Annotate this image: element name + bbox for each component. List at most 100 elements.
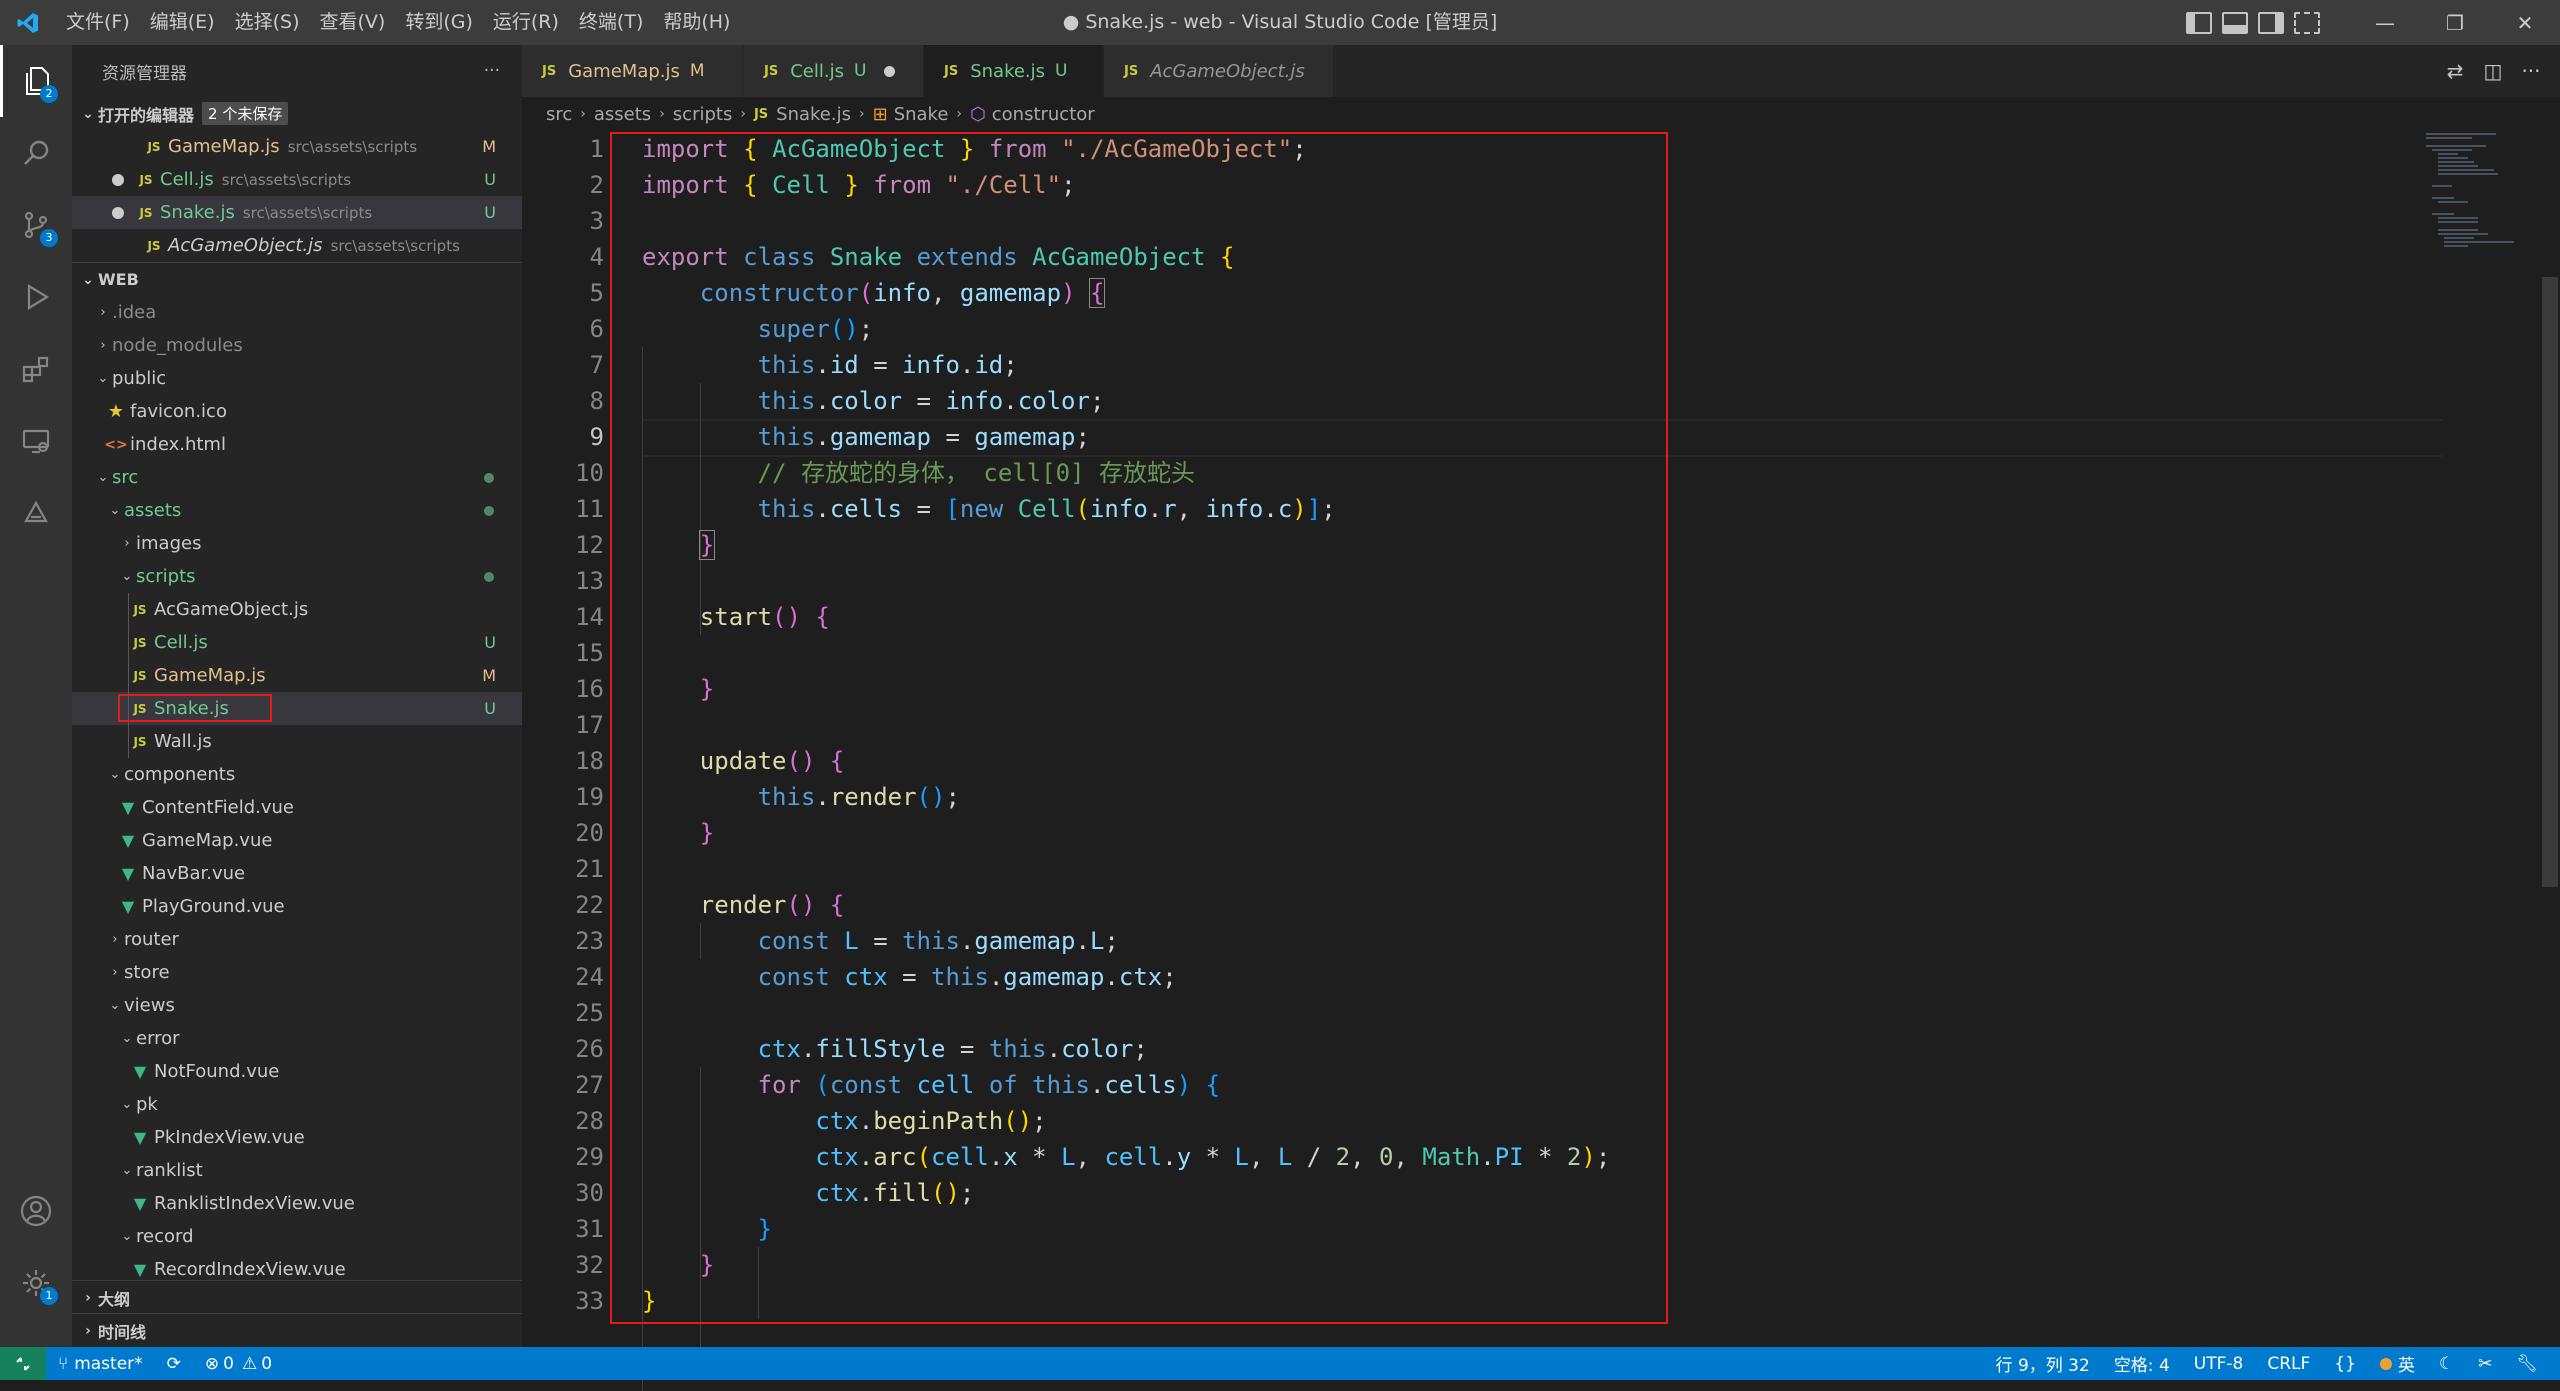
unsaved-dot-icon[interactable] [112,206,124,219]
tree-folder[interactable]: ⌄ src [72,461,522,494]
tree-file[interactable]: ▼ NotFound.vue [72,1055,522,1088]
vertical-scrollbar[interactable] [2540,131,2560,1347]
minimap[interactable] [2422,131,2532,431]
breadcrumb-item[interactable]: Snake [894,104,949,125]
unsaved-dot-icon[interactable] [884,65,896,77]
breadcrumb-item[interactable]: constructor [992,104,1095,125]
open-editor-item[interactable]: JS Cell.js src\assets\scripts U [72,163,522,196]
scrollbar-thumb[interactable] [2542,277,2558,887]
folder-name: views [124,995,175,1016]
menu-run[interactable]: 运行(R) [483,0,569,45]
more-actions-icon[interactable]: ··· [2512,59,2550,83]
tab-cell[interactable]: JS Cell.js U [744,45,924,97]
tree-file[interactable]: ▼ NavBar.vue [72,857,522,890]
tab-snake[interactable]: JS Snake.js U [924,45,1104,97]
tree-file[interactable]: JS AcGameObject.js [72,593,522,626]
problems-indicator[interactable]: ⊗ 0 ⚠ 0 [193,1354,284,1374]
open-editors-header[interactable]: ⌄ 打开的编辑器 2 个未保存 [72,97,522,130]
code-editor[interactable]: 1 import { AcGameObject } from "./AcGameO… [522,131,2442,1391]
tree-folder[interactable]: ⌄ views [72,989,522,1022]
toggle-sidebar-icon[interactable] [2186,11,2212,34]
tree-file[interactable]: ▼ PlayGround.vue [72,890,522,923]
tree-file[interactable]: <> index.html [72,428,522,461]
tree-folder[interactable]: ⌄ record [72,1220,522,1253]
account-icon[interactable] [0,1175,72,1247]
tree-folder[interactable]: › node_modules [72,329,522,362]
breadcrumb-item[interactable]: Snake.js [776,104,851,125]
open-editor-item[interactable]: JS AcGameObject.js src\assets\scripts [72,229,522,262]
code-line: import { Cell } from "./Cell"; [642,171,1076,199]
breadcrumb-item[interactable]: scripts [673,104,733,125]
breadcrumb-item[interactable]: assets [594,104,651,125]
tree-folder[interactable]: ⌄ assets [72,494,522,527]
open-editor-item[interactable]: JS Snake.js src\assets\scripts U [72,196,522,229]
indentation[interactable]: 空格: 4 [2102,1351,2182,1376]
menu-selection[interactable]: 选择(S) [225,0,310,45]
tree-folder[interactable]: ⌄ scripts [72,560,522,593]
tree-file[interactable]: JS Wall.js [72,725,522,758]
tools-icon[interactable]: ✂ [2466,1354,2504,1374]
menu-help[interactable]: 帮助(H) [653,0,740,45]
tree-file-selected[interactable]: JS Snake.js U [72,692,522,725]
menu-file[interactable]: 文件(F) [56,0,140,45]
tree-folder[interactable]: › router [72,923,522,956]
timeline-header[interactable]: › 时间线 [72,1313,522,1347]
tree-folder[interactable]: ⌄ error [72,1022,522,1055]
timeline-ext-icon[interactable] [0,477,72,549]
line-number: 6 [589,315,604,343]
tree-folder[interactable]: ⌄ components [72,758,522,791]
tab-gamemap[interactable]: JS GameMap.js M [522,45,744,97]
source-control-icon[interactable]: 3 [0,189,72,261]
tree-file[interactable]: ★ favicon.ico [72,395,522,428]
language-mode[interactable]: {} [2322,1354,2368,1374]
tree-file[interactable]: JS Cell.js U [72,626,522,659]
restore-button[interactable]: ❐ [2420,0,2490,45]
run-debug-icon[interactable] [0,261,72,333]
open-editor-item[interactable]: JS GameMap.js src\assets\scripts M [72,130,522,163]
chevron-right-icon: › [85,1322,91,1339]
search-icon[interactable] [0,117,72,189]
toggle-secondary-sidebar-icon[interactable] [2258,11,2284,34]
unsaved-dot-icon[interactable] [112,173,124,186]
minimize-button[interactable]: — [2350,0,2420,45]
close-button[interactable]: ✕ [2490,0,2560,45]
encoding[interactable]: UTF-8 [2182,1354,2256,1374]
menu-view[interactable]: 查看(V) [310,0,396,45]
explorer-icon[interactable]: 2 [0,45,72,117]
branch-indicator[interactable]: ⑂ master* [46,1354,155,1374]
tree-file[interactable]: ▼ GameMap.vue [72,824,522,857]
menu-terminal[interactable]: 终端(T) [569,0,653,45]
tree-folder[interactable]: › images [72,527,522,560]
tree-file[interactable]: ▼ PkIndexView.vue [72,1121,522,1154]
tree-folder[interactable]: ⌄ ranklist [72,1154,522,1187]
tree-file[interactable]: ▼ RanklistIndexView.vue [72,1187,522,1220]
indent-guide [128,626,129,659]
open-changes-icon[interactable]: ⇄ [2436,59,2474,83]
end-of-line[interactable]: CRLF [2255,1354,2322,1374]
menu-edit[interactable]: 编辑(E) [140,0,225,45]
tree-file[interactable]: ▼ ContentField.vue [72,791,522,824]
tab-acgameobject[interactable]: JS AcGameObject.js [1104,45,1334,97]
workspace-header[interactable]: ⌄ WEB [72,262,522,296]
toggle-panel-icon[interactable] [2222,11,2248,34]
sync-icon[interactable]: ⟳ [155,1354,193,1374]
tree-folder[interactable]: ⌄ pk [72,1088,522,1121]
ime-indicator[interactable]: 英 [2368,1351,2427,1376]
tree-file[interactable]: JS GameMap.js M [72,659,522,692]
moon-icon[interactable]: ☾ [2427,1354,2466,1374]
split-editor-icon[interactable]: ◫ [2474,59,2512,83]
remote-indicator-icon[interactable] [0,1347,46,1380]
more-actions-icon[interactable]: ··· [484,61,500,81]
cursor-position[interactable]: 行 9，列 32 [1984,1351,2102,1376]
wrench-icon[interactable]: 🔧︎ [2504,1354,2550,1374]
tree-folder[interactable]: ⌄ public [72,362,522,395]
tree-folder[interactable]: › .idea [72,296,522,329]
customize-layout-icon[interactable] [2294,11,2320,34]
menu-go[interactable]: 转到(G) [395,0,483,45]
extensions-icon[interactable] [0,333,72,405]
outline-header[interactable]: › 大纲 [72,1280,522,1314]
settings-gear-icon[interactable]: 1 [0,1247,72,1319]
tree-folder[interactable]: › store [72,956,522,989]
breadcrumb-item[interactable]: src [546,104,572,125]
remote-explorer-icon[interactable] [0,405,72,477]
